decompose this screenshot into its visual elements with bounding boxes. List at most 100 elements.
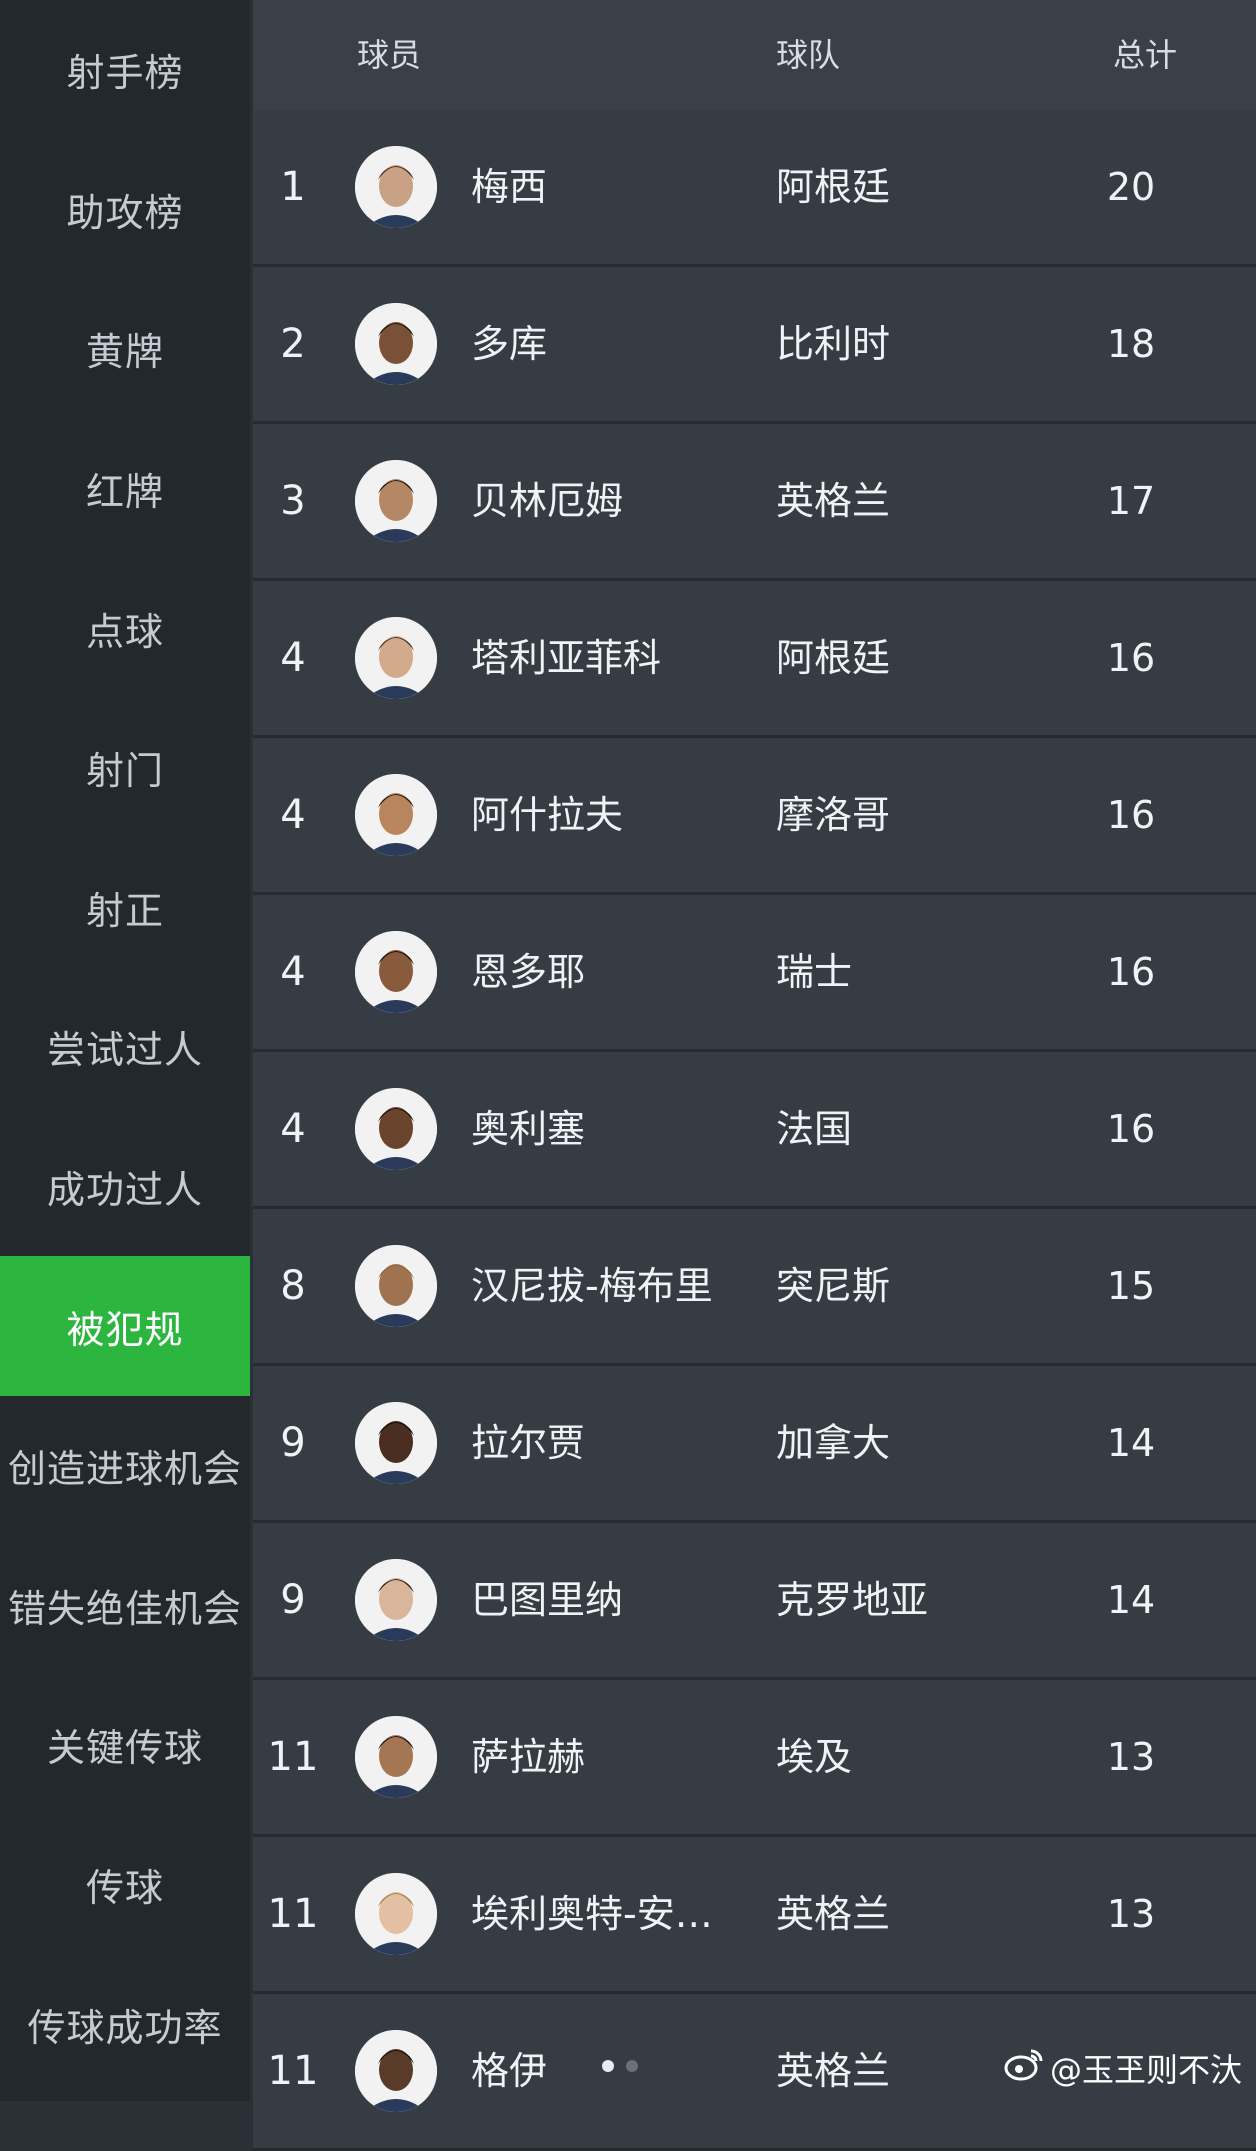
sidebar-item[interactable]: 传球: [0, 1815, 250, 1955]
sidebar-item-label: 关键传球: [46, 1726, 203, 1771]
player-avatar: [355, 1873, 437, 1955]
team-name: 法国: [776, 1107, 853, 1151]
table-row[interactable]: 4 恩多耶 瑞士 16: [253, 895, 1256, 1052]
table-row[interactable]: 11 萨拉赫 埃及 13: [253, 1680, 1256, 1837]
header-total: 总计: [1113, 36, 1178, 74]
player-name: 恩多耶: [471, 950, 586, 994]
player-avatar: [355, 303, 437, 385]
sidebar-item[interactable]: 黄牌: [0, 279, 250, 419]
sidebar-item[interactable]: 传球成功率: [0, 1954, 250, 2094]
team-name: 英格兰: [776, 1892, 891, 1936]
table-body: 1 梅西 阿根廷 20 2 多库 比利时 18 3 贝林厄姆 英格兰 17 4 塔利亚菲科 阿根廷 16 4 阿什…: [253, 110, 1256, 2151]
player-name: 巴图里纳: [471, 1578, 624, 1622]
rank-cell: 4: [280, 792, 306, 838]
team-name: 英格兰: [776, 2049, 891, 2093]
rank-cell: 11: [267, 2048, 319, 2094]
sidebar-item-label: 射门: [85, 749, 164, 794]
sidebar-item[interactable]: 被犯规: [0, 1256, 250, 1396]
sidebar-item-label: 尝试过人: [46, 1028, 203, 1073]
team-name: 突尼斯: [776, 1264, 891, 1308]
player-name: 梅西: [471, 165, 548, 209]
sidebar-item[interactable]: 红牌: [0, 419, 250, 559]
stats-category-sidebar: 射手榜助攻榜黄牌红牌点球射门射正尝试过人成功过人被犯规创造进球机会错失绝佳机会关…: [0, 0, 250, 2101]
total-value: 14: [1106, 1578, 1156, 1622]
sidebar-item[interactable]: 射手榜: [0, 0, 250, 140]
team-name: 阿根廷: [776, 636, 891, 680]
team-name: 瑞士: [776, 950, 853, 994]
total-value: 18: [1106, 322, 1156, 366]
sidebar-item[interactable]: 成功过人: [0, 1117, 250, 1257]
sidebar-item-label: 点球: [85, 609, 164, 654]
total-value: 17: [1106, 479, 1156, 523]
page-dot[interactable]: [602, 2060, 614, 2072]
total-value: 13: [1106, 1892, 1156, 1936]
table-row[interactable]: 4 阿什拉夫 摩洛哥 16: [253, 738, 1256, 895]
watermark-text: @玉玊则不汏: [1049, 2051, 1242, 2089]
total-value: 20: [1106, 165, 1156, 209]
player-avatar: [355, 1716, 437, 1798]
player-name: 汉尼拔-梅布里: [471, 1264, 713, 1308]
team-name: 阿根廷: [776, 165, 891, 209]
rank-cell: 1: [280, 164, 306, 210]
sidebar-item-label: 创造进球机会: [7, 1447, 242, 1492]
rank-cell: 8: [280, 1263, 306, 1309]
player-avatar: [355, 931, 437, 1013]
player-name: 多库: [471, 322, 548, 366]
player-name: 拉尔贾: [471, 1421, 586, 1465]
player-avatar: [355, 774, 437, 856]
table-header: 球员 球队 总计: [253, 0, 1256, 110]
sidebar-item-label: 成功过人: [46, 1168, 203, 1213]
sidebar-item[interactable]: 射门: [0, 698, 250, 838]
player-name: 阿什拉夫: [471, 793, 624, 837]
player-name: 格伊: [471, 2049, 548, 2093]
table-row[interactable]: 4 塔利亚菲科 阿根廷 16: [253, 581, 1256, 738]
table-row[interactable]: 4 奥利塞 法国 16: [253, 1052, 1256, 1209]
rank-cell: 2: [280, 321, 306, 367]
total-value: 14: [1106, 1421, 1156, 1465]
player-avatar: [355, 1088, 437, 1170]
table-row[interactable]: 8 汉尼拔-梅布里 突尼斯 15: [253, 1209, 1256, 1366]
player-name: 贝林厄姆: [471, 479, 624, 523]
table-row[interactable]: 1 梅西 阿根廷 20: [253, 110, 1256, 267]
team-name: 比利时: [776, 322, 891, 366]
header-player: 球员: [357, 36, 422, 74]
player-name: 塔利亚菲科: [471, 636, 662, 680]
player-name: 奥利塞: [471, 1107, 586, 1151]
header-team: 球队: [776, 36, 841, 74]
player-avatar: [355, 617, 437, 699]
player-avatar: [355, 1559, 437, 1641]
sidebar-item-label: 被犯规: [66, 1307, 184, 1352]
sidebar-item[interactable]: 关键传球: [0, 1675, 250, 1815]
team-name: 英格兰: [776, 479, 891, 523]
stats-table: 球员 球队 总计 1 梅西 阿根廷 20 2 多库 比利时 18 3 贝林厄姆 英格兰 17 4 塔利亚菲…: [253, 0, 1256, 2151]
table-row[interactable]: 2 多库 比利时 18: [253, 267, 1256, 424]
sidebar-item[interactable]: 点球: [0, 558, 250, 698]
rank-cell: 11: [267, 1734, 319, 1780]
sidebar-item-label: 传球成功率: [27, 2005, 223, 2050]
table-row[interactable]: 9 拉尔贾 加拿大 14: [253, 1366, 1256, 1523]
rank-cell: 4: [280, 949, 306, 995]
team-name: 加拿大: [776, 1421, 891, 1465]
table-row[interactable]: 9 巴图里纳 克罗地亚 14: [253, 1523, 1256, 1680]
table-row[interactable]: 3 贝林厄姆 英格兰 17: [253, 424, 1256, 581]
page-dot[interactable]: [626, 2060, 638, 2072]
team-name: 克罗地亚: [776, 1578, 929, 1622]
sidebar-item[interactable]: 尝试过人: [0, 977, 250, 1117]
team-name: 埃及: [776, 1735, 853, 1779]
total-value: 13: [1106, 1735, 1156, 1779]
rank-cell: 11: [267, 1891, 319, 1937]
sidebar-item-label: 黄牌: [85, 330, 164, 375]
sidebar-item[interactable]: 助攻榜: [0, 140, 250, 280]
page-indicator[interactable]: [602, 2060, 638, 2072]
table-row[interactable]: 11 埃利奥特-安… 英格兰 13: [253, 1837, 1256, 1994]
player-name: 萨拉赫: [471, 1735, 586, 1779]
sidebar-item[interactable]: 错失绝佳机会: [0, 1536, 250, 1676]
player-avatar: [355, 460, 437, 542]
sidebar-item[interactable]: 射正: [0, 838, 250, 978]
player-avatar: [355, 2030, 437, 2112]
sidebar-item[interactable]: 创造进球机会: [0, 1396, 250, 1536]
total-value: 16: [1106, 793, 1156, 837]
rank-cell: 3: [280, 478, 306, 524]
sidebar-item-label: 射正: [85, 888, 164, 933]
sidebar-item-label: 助攻榜: [66, 190, 184, 235]
